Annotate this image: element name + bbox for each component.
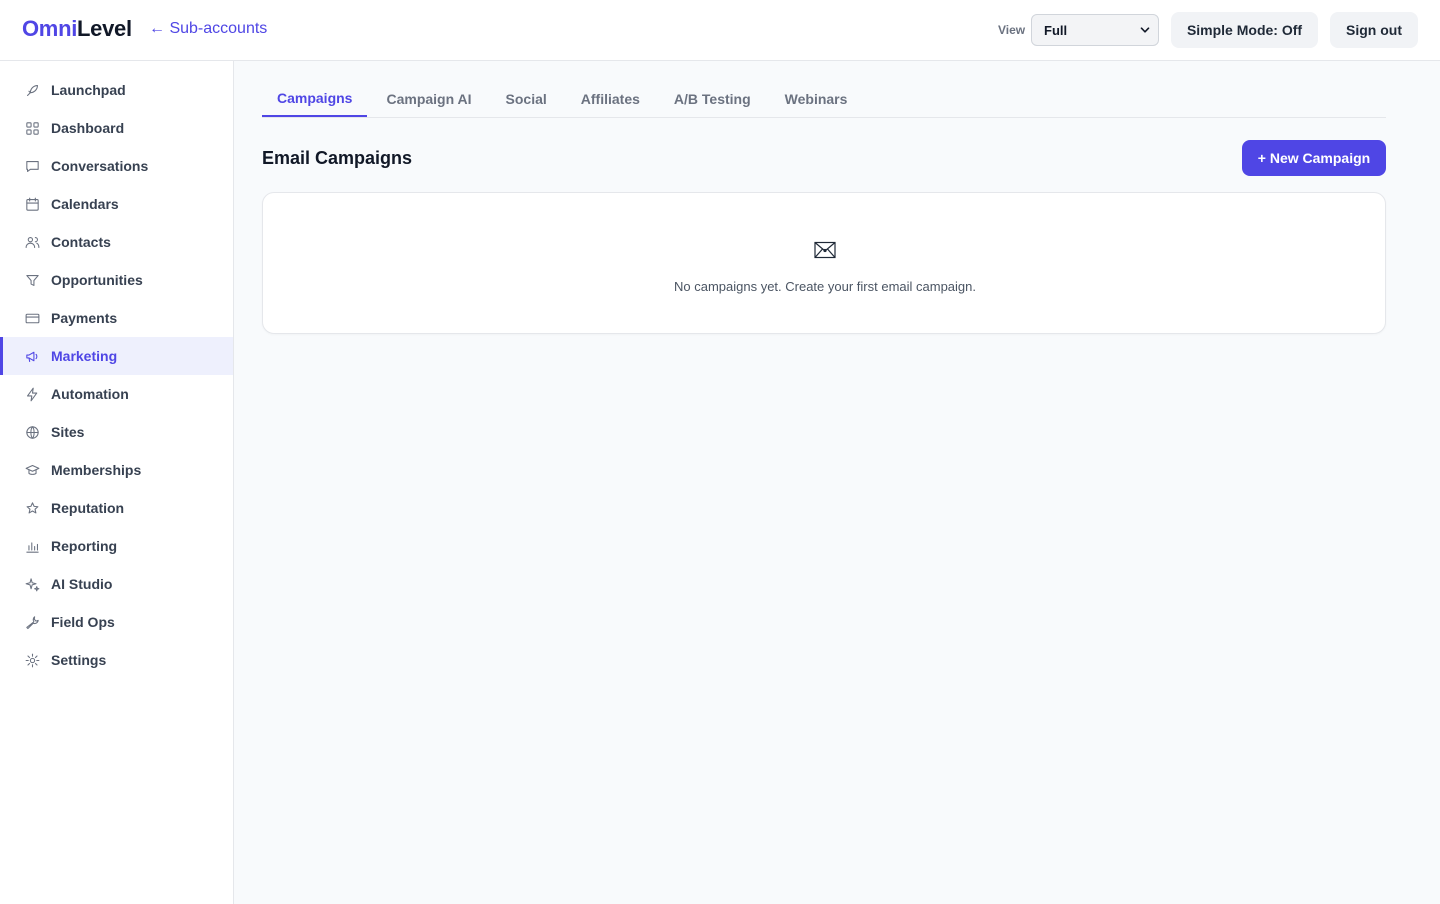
sidebar-item-launchpad[interactable]: Launchpad xyxy=(0,71,233,109)
sidebar-item-label: Sites xyxy=(51,424,85,440)
sidebar-item-ai-studio[interactable]: AI Studio xyxy=(0,565,233,603)
envelope-icon xyxy=(814,241,836,259)
sidebar-item-conversations[interactable]: Conversations xyxy=(0,147,233,185)
sidebar-item-payments[interactable]: Payments xyxy=(0,299,233,337)
tab-campaigns[interactable]: Campaigns xyxy=(262,80,368,117)
grid-icon xyxy=(23,119,41,137)
sidebar-item-settings[interactable]: Settings xyxy=(0,641,233,679)
sidebar-item-label: Settings xyxy=(51,652,107,668)
sidebar-item-contacts[interactable]: Contacts xyxy=(0,223,233,261)
simple-mode-toggle-button[interactable]: Simple Mode: Off xyxy=(1171,12,1318,48)
tab-webinars[interactable]: Webinars xyxy=(770,80,863,117)
chevron-down-icon xyxy=(1140,27,1150,33)
tab-campaign-ai[interactable]: Campaign AI xyxy=(371,80,486,117)
sidebar-item-memberships[interactable]: Memberships xyxy=(0,451,233,489)
sidebar-item-label: Memberships xyxy=(51,462,142,478)
star-icon xyxy=(23,499,41,517)
sign-out-button[interactable]: Sign out xyxy=(1330,12,1418,48)
section-title: Email Campaigns xyxy=(262,148,413,168)
bar-chart-icon xyxy=(23,537,41,555)
credit-card-icon xyxy=(23,309,41,327)
sidebar-item-label: Dashboard xyxy=(51,120,125,136)
sidebar-item-label: Automation xyxy=(51,386,129,402)
globe-icon xyxy=(23,423,41,441)
sidebar-item-label: Payments xyxy=(51,310,118,326)
sidebar-item-label: Opportunities xyxy=(51,272,143,288)
empty-state-message: No campaigns yet. Create your first emai… xyxy=(673,279,976,294)
lightning-icon xyxy=(23,385,41,403)
wrench-icon xyxy=(23,613,41,631)
rocket-icon xyxy=(23,81,41,99)
sidebar-item-label: Conversations xyxy=(51,158,149,174)
sidebar-item-automation[interactable]: Automation xyxy=(0,375,233,413)
sidebar: Launchpad Dashboard Conversations Calend… xyxy=(0,61,234,904)
megaphone-icon xyxy=(23,347,41,365)
sidebar-nav: Launchpad Dashboard Conversations Calend… xyxy=(0,61,233,679)
gear-icon xyxy=(23,651,41,669)
sidebar-item-reporting[interactable]: Reporting xyxy=(0,527,233,565)
graduation-cap-icon xyxy=(23,461,41,479)
sidebar-item-marketing[interactable]: Marketing xyxy=(0,337,233,375)
sidebar-item-opportunities[interactable]: Opportunities xyxy=(0,261,233,299)
sidebar-item-label: Launchpad xyxy=(51,82,126,98)
view-select-value: Full xyxy=(1044,22,1068,38)
sidebar-item-dashboard[interactable]: Dashboard xyxy=(0,109,233,147)
sidebar-item-label: Calendars xyxy=(51,196,119,212)
view-select[interactable]: Full xyxy=(1031,14,1159,46)
view-label: View xyxy=(998,23,1026,37)
tab-social[interactable]: Social xyxy=(491,80,562,117)
users-icon xyxy=(23,233,41,251)
sidebar-item-label: AI Studio xyxy=(51,576,113,592)
chat-icon xyxy=(23,157,41,175)
empty-state-card: No campaigns yet. Create your first emai… xyxy=(262,192,1386,334)
back-to-subaccounts-link[interactable]: ← Sub-accounts xyxy=(149,20,267,38)
top-header: OmniLevel ← Sub-accounts View Full Simpl… xyxy=(0,0,1440,61)
sidebar-item-field-ops[interactable]: Field Ops xyxy=(0,603,233,641)
sidebar-item-label: Marketing xyxy=(51,348,118,364)
funnel-icon xyxy=(23,271,41,289)
logo-omni: Omni xyxy=(22,16,78,41)
sidebar-item-label: Reporting xyxy=(51,538,118,554)
sidebar-item-label: Contacts xyxy=(51,234,111,250)
sidebar-item-label: Reputation xyxy=(51,500,125,516)
sparkle-icon xyxy=(23,575,41,593)
logo-level: Level xyxy=(77,16,132,41)
sidebar-item-label: Field Ops xyxy=(51,614,115,630)
tab-ab-testing[interactable]: A/B Testing xyxy=(659,80,766,117)
tab-affiliates[interactable]: Affiliates xyxy=(566,80,655,117)
new-campaign-button[interactable]: + New Campaign xyxy=(1242,140,1386,176)
sidebar-item-reputation[interactable]: Reputation xyxy=(0,489,233,527)
sidebar-item-sites[interactable]: Sites xyxy=(0,413,233,451)
calendar-icon xyxy=(23,195,41,213)
app-logo[interactable]: OmniLevel xyxy=(22,16,132,42)
marketing-tabs: Campaigns Campaign AI Social Affiliates … xyxy=(262,80,1386,118)
sidebar-item-calendars[interactable]: Calendars xyxy=(0,185,233,223)
